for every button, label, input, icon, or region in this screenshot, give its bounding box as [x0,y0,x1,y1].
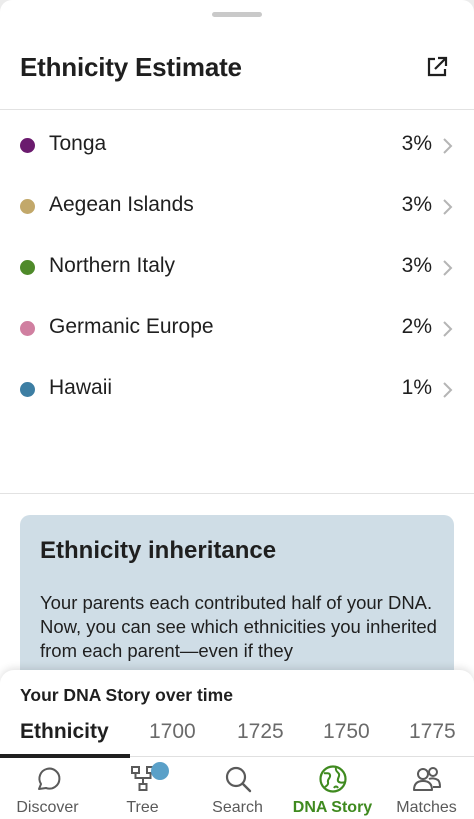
region-name: Northern Italy [49,254,176,277]
tab-1775[interactable]: 1775 [409,720,456,744]
chevron-right-icon [443,321,453,337]
tab-1725[interactable]: 1725 [237,720,284,744]
nav-label: Tree [126,799,159,816]
page-title: Ethnicity Estimate [20,52,242,82]
region-color-dot [20,321,35,336]
ethnicity-row[interactable]: Aegean Islands 3% [0,176,474,237]
nav-item-tree[interactable]: Tree [95,758,190,819]
people-icon [413,767,441,791]
discover-icon [38,767,61,790]
card-title: Ethnicity inheritance [40,537,277,564]
region-percent: 3% [401,132,432,155]
tab-1750[interactable]: 1750 [323,720,370,744]
notification-badge [151,762,169,780]
section-divider [0,493,474,494]
card-text: Your parents each contributed half of yo… [40,592,437,661]
timeline-title: Your DNA Story over time [20,685,233,705]
chevron-right-icon [443,138,453,154]
region-color-dot [20,260,35,275]
tab-1700[interactable]: 1700 [149,720,196,744]
nav-label: DNA Story [292,799,373,816]
nav-item-dna-story[interactable]: DNA Story [285,758,380,819]
region-percent: 3% [401,193,432,216]
nav-item-discover[interactable]: Discover [0,758,95,819]
timeline-tabs: Ethnicity 1700 1725 1750 1775 [0,714,474,758]
ethnicity-sheet: Ethnicity Estimate Tonga 3% Aegean Islan… [0,0,474,819]
chevron-right-icon [443,260,453,276]
region-color-dot [20,199,35,214]
nav-item-matches[interactable]: Matches [379,758,474,819]
dna-story-timeline-panel: Your DNA Story over time Ethnicity 1700 … [0,670,474,758]
ethnicity-row[interactable]: Tonga 3% [0,115,474,176]
region-color-dot [20,382,35,397]
region-name: Hawaii [49,376,113,399]
globe-icon [319,765,347,793]
region-name: Tonga [49,132,107,155]
region-percent: 1% [401,376,432,399]
ethnicity-list: Tonga 3% Aegean Islands 3% Northern Ital… [0,115,474,420]
region-color-dot [20,138,35,153]
search-icon [225,766,252,793]
ethnicity-row[interactable]: Northern Italy 3% [0,237,474,298]
drag-handle[interactable] [212,12,262,17]
external-link-icon[interactable] [424,54,450,80]
nav-label: Matches [396,799,457,816]
region-name: Germanic Europe [49,315,214,338]
ethnicity-row[interactable]: Germanic Europe 2% [0,298,474,359]
nav-label: Search [212,799,263,816]
tab-ethnicity[interactable]: Ethnicity [20,720,109,744]
chevron-right-icon [443,199,453,215]
nav-item-search[interactable]: Search [190,758,285,819]
region-percent: 2% [401,315,432,338]
sheet-header: Ethnicity Estimate [0,28,474,110]
chevron-right-icon [443,382,453,398]
region-name: Aegean Islands [49,193,194,216]
ethnicity-row[interactable]: Hawaii 1% [0,359,474,420]
bottom-nav: Discover Tree Search DNA Story Matches [0,758,474,819]
region-percent: 3% [401,254,432,277]
nav-label: Discover [16,799,79,816]
